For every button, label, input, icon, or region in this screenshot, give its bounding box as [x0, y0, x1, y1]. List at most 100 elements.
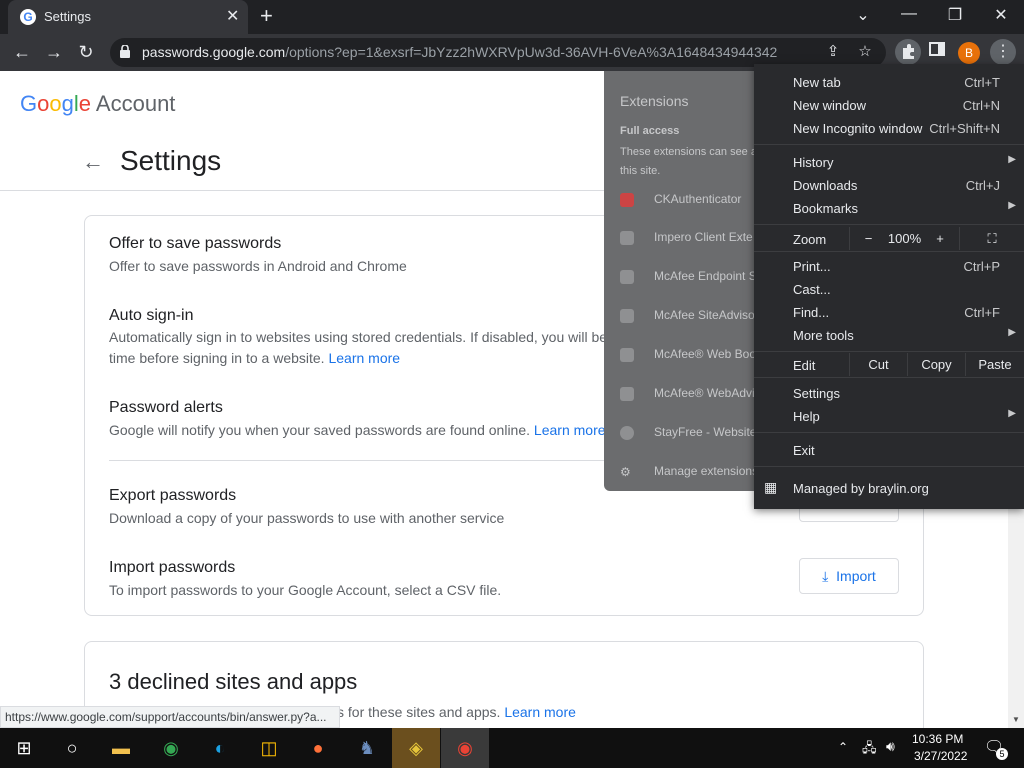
- gear-icon: ⚙: [620, 464, 631, 479]
- zoom-in-button[interactable]: +: [922, 227, 958, 250]
- url-host: passwords.google.com: [142, 44, 286, 60]
- menu-managed-by[interactable]: ▦ Managed by braylin.org: [754, 477, 1024, 500]
- google-account-logo: Google Account: [20, 91, 176, 116]
- chrome-icon[interactable]: ◉: [147, 728, 195, 768]
- tab-search-icon[interactable]: ⌄: [848, 5, 878, 25]
- search-icon[interactable]: ○: [48, 728, 96, 768]
- submenu-arrow-icon: ▶: [1008, 154, 1016, 165]
- tab-title: Settings: [44, 9, 91, 24]
- chrome-menu-icon[interactable]: ⋮: [990, 39, 1016, 65]
- download-icon: ⤓: [822, 568, 829, 584]
- reload-icon[interactable]: ↻: [74, 40, 98, 64]
- menu-item-print[interactable]: Print... Ctrl+P: [754, 255, 1024, 278]
- chrome-menu: New tab Ctrl+T New window Ctrl+N New Incog…: [754, 64, 1024, 509]
- extensions-puzzle-icon[interactable]: [895, 39, 921, 65]
- menu-divider: [754, 432, 1024, 433]
- menu-divider: [754, 224, 1024, 225]
- clock-date[interactable]: 3/27/2022: [914, 749, 967, 763]
- menu-item-exit[interactable]: Exit: [754, 439, 1024, 462]
- menu-divider: [754, 377, 1024, 378]
- zoom-out-button[interactable]: −: [849, 227, 887, 250]
- password-alerts-title: Password alerts: [109, 399, 223, 416]
- menu-divider: [754, 351, 1024, 352]
- extension-item[interactable]: McAfee® Web Boo: [620, 347, 756, 367]
- extension-item[interactable]: StayFree - Website: [620, 425, 756, 445]
- extension-item[interactable]: McAfee SiteAdvisor: [620, 308, 756, 328]
- store-icon[interactable]: ◫: [245, 728, 293, 768]
- stayfree-icon: [620, 425, 634, 440]
- menu-item-bookmarks[interactable]: Bookmarks ▶: [754, 197, 1024, 220]
- close-tab-icon[interactable]: ✕: [226, 6, 239, 26]
- menu-item-find[interactable]: Find... Ctrl+F: [754, 301, 1024, 324]
- back-icon[interactable]: ←: [10, 40, 34, 64]
- menu-item-cast[interactable]: Cast...: [754, 278, 1024, 301]
- window-close-icon[interactable]: ✕: [986, 5, 1016, 25]
- building-icon: ▦: [764, 479, 778, 495]
- file-explorer-icon[interactable]: ▬: [97, 728, 145, 768]
- mcafee-icon: [620, 308, 634, 323]
- extension-item[interactable]: CKAuthenticator: [620, 192, 741, 212]
- mcafee-icon: [620, 386, 634, 401]
- url-text: passwords.google.com/options?ep=1&exsrf=…: [142, 44, 777, 60]
- extension-item[interactable]: McAfee® WebAdvi: [620, 386, 755, 406]
- profile-avatar[interactable]: B: [958, 42, 980, 64]
- bookmark-star-icon[interactable]: ☆: [854, 41, 876, 63]
- extension-item[interactable]: McAfee Endpoint S: [620, 269, 756, 289]
- zoom-level: 100%: [887, 231, 922, 246]
- tab-strip: G Settings ✕ + ⌄ — ❐ ✕: [0, 0, 1024, 34]
- firefox-icon[interactable]: ●: [294, 728, 342, 768]
- app-icon[interactable]: ◈: [392, 728, 440, 768]
- auto-signin-desc-2: time before signing in to a website. Lea…: [109, 350, 401, 366]
- mcafee-icon: [620, 269, 634, 284]
- forward-icon[interactable]: →: [42, 40, 66, 64]
- auto-signin-title: Auto sign-in: [109, 307, 194, 324]
- ck-icon: [620, 192, 634, 207]
- volume-icon[interactable]: 🔊︎: [886, 738, 895, 755]
- google-favicon-icon: G: [20, 9, 36, 25]
- menu-item-settings[interactable]: Settings: [754, 382, 1024, 405]
- back-arrow-icon[interactable]: ←: [82, 149, 104, 175]
- extension-item[interactable]: Impero Client Exte: [620, 230, 753, 250]
- menu-divider: [754, 466, 1024, 467]
- learn-more-link[interactable]: Learn more: [504, 704, 576, 720]
- address-bar[interactable]: passwords.google.com/options?ep=1&exsrf=…: [110, 38, 886, 67]
- cut-button[interactable]: Cut: [849, 353, 907, 376]
- menu-item-more-tools[interactable]: More tools ▶: [754, 324, 1024, 347]
- full-access-note: These extensions can see a this site.: [620, 146, 756, 177]
- new-tab-button[interactable]: +: [260, 4, 273, 28]
- tab-settings[interactable]: G Settings ✕: [8, 0, 248, 34]
- learn-more-link[interactable]: Learn more: [534, 422, 606, 438]
- manage-extensions[interactable]: ⚙ Manage extensions: [620, 464, 756, 484]
- import-button[interactable]: ⤓ Import: [799, 558, 899, 594]
- declined-sites-title: 3 declined sites and apps: [109, 669, 358, 694]
- fullscreen-icon[interactable]: ⛶: [959, 227, 1024, 250]
- submenu-arrow-icon: ▶: [1008, 327, 1016, 338]
- menu-item-history[interactable]: History ▶: [754, 151, 1024, 174]
- menu-item-new-window[interactable]: New window Ctrl+N: [754, 94, 1024, 117]
- network-icon[interactable]: 🖧: [862, 739, 877, 761]
- windows-start-icon[interactable]: ⊞: [0, 728, 48, 768]
- menu-item-new-tab[interactable]: New tab Ctrl+T: [754, 71, 1024, 94]
- chrome-active-icon[interactable]: ◉: [441, 728, 489, 768]
- share-icon[interactable]: ⇪: [822, 41, 844, 63]
- restore-icon[interactable]: ❐: [940, 5, 970, 25]
- menu-item-downloads[interactable]: Downloads Ctrl+J: [754, 174, 1024, 197]
- minimize-icon[interactable]: —: [894, 5, 924, 23]
- app-icon[interactable]: ♞: [343, 728, 391, 768]
- show-hidden-icons-icon[interactable]: ⌃: [838, 740, 848, 754]
- menu-item-help[interactable]: Help ▶: [754, 405, 1024, 428]
- lock-icon: [120, 45, 130, 58]
- menu-divider: [754, 251, 1024, 252]
- clock-time[interactable]: 10:36 PM: [912, 732, 963, 746]
- copy-button[interactable]: Copy: [907, 353, 965, 376]
- learn-more-link[interactable]: Learn more: [328, 350, 400, 366]
- offer-save-title: Offer to save passwords: [109, 235, 282, 252]
- menu-item-incognito[interactable]: New Incognito window Ctrl+Shift+N: [754, 117, 1024, 140]
- paste-button[interactable]: Paste: [965, 353, 1024, 376]
- edge-icon[interactable]: ◐: [196, 728, 244, 768]
- full-access-heading: Full access: [620, 125, 680, 137]
- side-panel-icon[interactable]: [926, 41, 948, 63]
- status-bar-url: https://www.google.com/support/accounts/…: [0, 706, 340, 728]
- export-passwords-title: Export passwords: [109, 487, 237, 504]
- scroll-down-icon[interactable]: ▼: [1008, 712, 1024, 728]
